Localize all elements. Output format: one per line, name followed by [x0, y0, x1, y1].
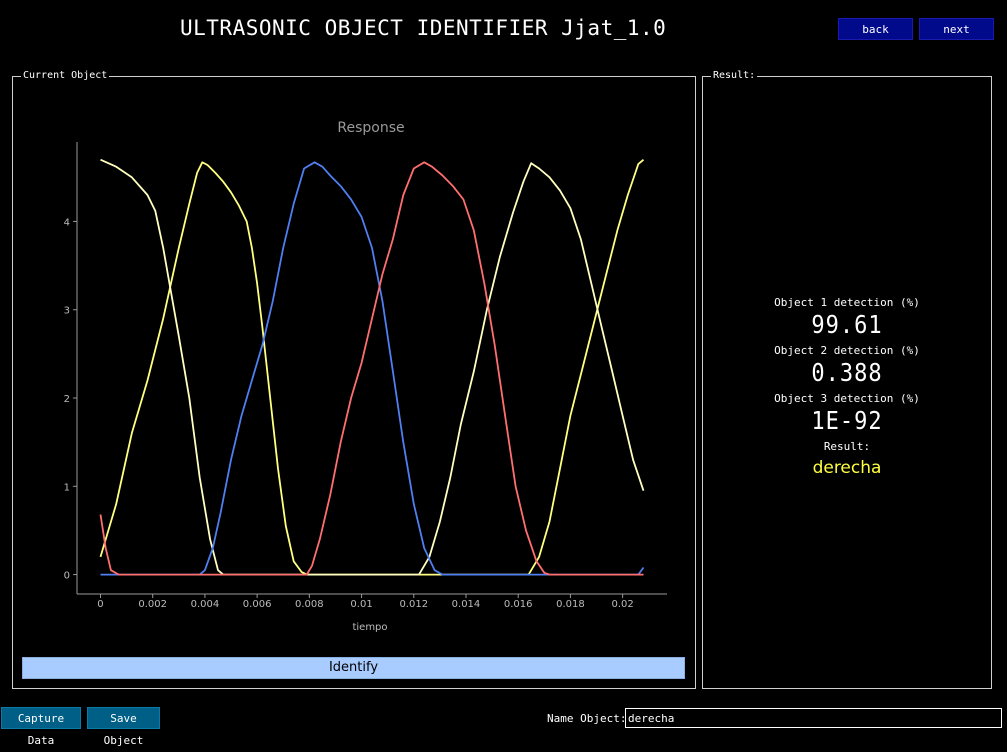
save-object-button[interactable]: Save Object — [87, 707, 160, 747]
name-object-label: Name Object: — [547, 712, 627, 725]
result-label: Result: — [823, 440, 871, 453]
object-2-label: Object 2 detection (%) — [774, 344, 920, 357]
result-panel-label: Result: — [711, 70, 758, 82]
object-1-label: Object 1 detection (%) — [774, 296, 920, 309]
current-object-panel: Current Object — [12, 70, 696, 689]
app-title: ULTRASONIC OBJECT IDENTIFIER Jjat_1.0 — [180, 16, 667, 40]
name-object-input[interactable] — [625, 708, 1002, 728]
result-value: derecha — [812, 458, 882, 478]
object-3-value: 1E-92 — [811, 407, 883, 436]
current-object-label: Current Object — [21, 70, 110, 82]
capture-data-button[interactable]: Capture Data — [1, 707, 81, 747]
back-button[interactable]: back — [838, 18, 913, 40]
object-2-value: 0.388 — [811, 359, 883, 388]
identify-button[interactable]: Identify — [22, 657, 685, 679]
next-button[interactable]: next — [919, 18, 994, 40]
object-1-value: 99.61 — [811, 311, 883, 340]
object-3-label: Object 3 detection (%) — [774, 392, 920, 405]
